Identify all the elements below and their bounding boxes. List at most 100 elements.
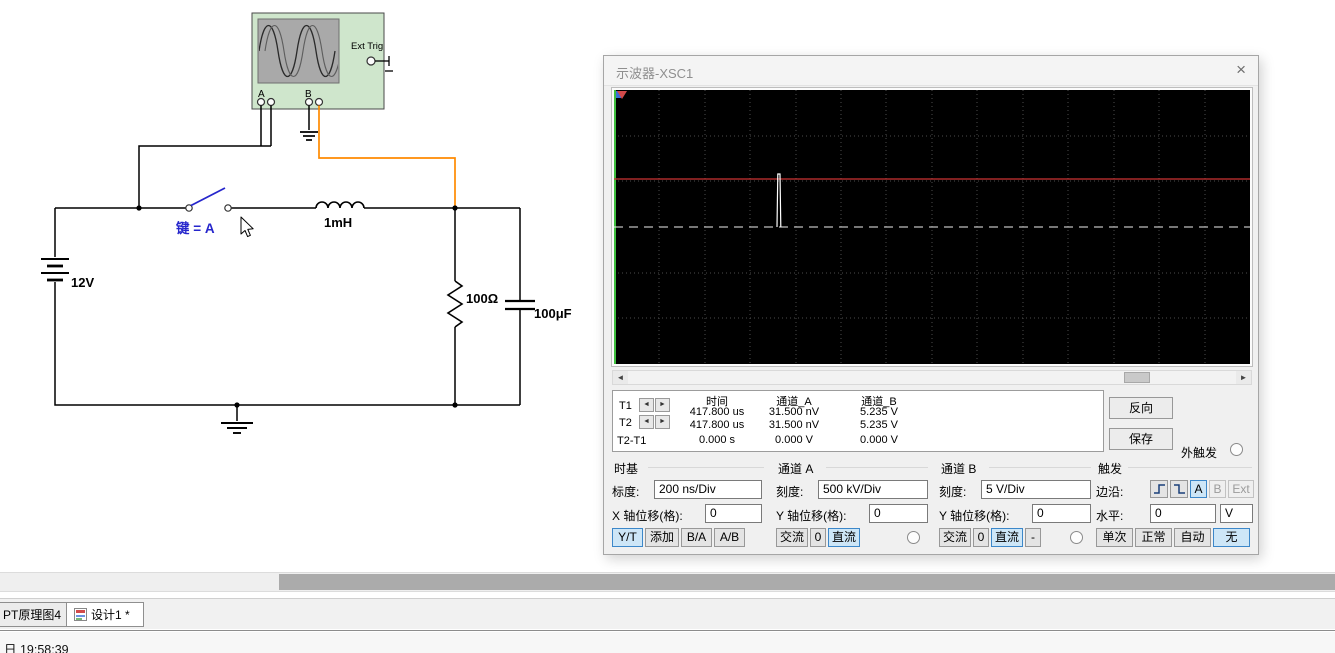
channel-a-scale-label: 刻度: [776,485,804,499]
ext-trigger-radio[interactable] [1230,443,1243,456]
dt-channel-b-value: 0.000 V [860,434,898,446]
timebase-add-button[interactable]: 添加 [645,528,679,547]
window-title: 示波器-XSC1 [616,66,694,81]
channel-b-radio[interactable] [1070,531,1083,544]
scope-graticule [614,90,1250,364]
statusbar-divider [0,630,1335,631]
tab-design1[interactable]: 设计1 * [66,602,144,627]
channel-b-ypos-input[interactable]: 0 [1032,504,1091,523]
channel-b-group-title: 通道 B [941,462,977,476]
trigger-single-button[interactable]: 单次 [1096,528,1133,547]
timebase-ba-button[interactable]: B/A [681,528,712,547]
channel-a-dc-button[interactable]: 直流 [828,528,860,547]
trigger-level-unit-select[interactable]: V [1220,504,1253,523]
capacitor-component[interactable]: 100μF [505,299,572,321]
inductor-value-label: 1mH [324,215,352,230]
t1-channel-b-value: 5.235 V [860,406,898,418]
scope-icon-screen [257,18,340,84]
t2-channel-b-value: 5.235 V [860,419,898,431]
timebase-scale-label: 标度: [612,485,640,499]
dc-source-component[interactable]: 12V [41,258,94,290]
channel-b-zero-button[interactable]: 0 [973,528,989,547]
channel-b-scale-label: 刻度: [939,485,967,499]
oscilloscope-component[interactable]: Ext Trig A B [251,12,393,110]
resistor-component[interactable]: 100Ω [446,280,498,328]
titlebar[interactable]: 示波器-XSC1 × [604,56,1258,86]
trigger-ext-button[interactable]: Ext [1228,480,1254,498]
channel-a-plus-terminal[interactable] [256,97,266,107]
timebase-group-title: 时基 [614,462,639,476]
channel-a-radio[interactable] [907,531,920,544]
timebase-xpos-label: X 轴位移(格): [612,509,683,523]
scrollbar-left-arrow-icon[interactable]: ◄ [613,371,628,384]
circuit-drawing: Ext Trig A B 键 = A 1mH 12V 100Ω 100μF [41,12,572,434]
statusbar-datetime: 日 19:58:39 [4,643,69,653]
canvas-hscroll-thumb[interactable] [279,574,1335,590]
channel-a-ac-button[interactable]: 交流 [776,528,808,547]
save-button[interactable]: 保存 [1109,428,1173,450]
trigger-group-title: 触发 [1098,462,1123,476]
timebase-ab-button[interactable]: A/B [714,528,745,547]
statusbar: 日 19:58:39 [0,632,1335,653]
wire-channel-b-orange[interactable] [318,105,456,207]
channel-b-dc-button[interactable]: 直流 [991,528,1023,547]
channel-a-zero-button[interactable]: 0 [810,528,826,547]
t1-label: T1 [619,400,632,412]
channel-a-scale-input[interactable]: 500 kV/Div [818,480,928,499]
trigger-auto-button[interactable]: 自动 [1174,528,1211,547]
channel-a-ypos-input[interactable]: 0 [869,504,928,523]
channel-b-minus-button[interactable]: - [1025,528,1041,547]
reverse-button[interactable]: 反向 [1109,397,1173,419]
ext-trig-terminal[interactable] [366,56,376,66]
ext-trig-label: Ext Trig [351,41,383,52]
channel-a-ypos-label: Y 轴位移(格): [776,509,847,523]
trigger-normal-button[interactable]: 正常 [1135,528,1172,547]
ground-symbol-scope[interactable] [300,131,318,141]
channel-a-minus-terminal[interactable] [266,97,276,107]
document-tabbar: PT原理图4 设计1 * [0,598,1335,629]
trigger-channel-b-button[interactable]: B [1209,480,1226,498]
capacitor-value-label: 100μF [534,306,572,321]
switch-key-label: 键 = A [175,220,215,236]
channel-b-minus-terminal[interactable] [314,97,324,107]
t2-t1-label: T2-T1 [617,435,647,447]
scope-scrollbar[interactable]: ◄ ► [612,370,1252,385]
inductor-component[interactable]: 1mH [315,201,365,230]
timebase-scale-input[interactable]: 200 ns/Div [654,480,762,499]
switch-component[interactable]: 键 = A [175,187,232,236]
design-tab-icon [74,608,87,621]
rising-edge-icon [1153,484,1165,494]
timebase-xpos-input[interactable]: 0 [705,504,762,523]
measurement-panel: T1 ◄ ► T2 ◄ ► T2-T1 时间 通道_A 通道_B 417.800… [612,390,1104,452]
oscilloscope-window: 示波器-XSC1 × ◄ ► T1 ◄ ► T2 ◄ ► T2-T1 时间 通道… [603,55,1259,555]
scrollbar-thumb[interactable] [1124,372,1150,383]
timebase-yt-button[interactable]: Y/T [612,528,643,547]
channel-a-group-title: 通道 A [778,462,814,476]
trace-pulse-spike [776,173,782,228]
trigger-rising-edge-button[interactable] [1150,480,1168,498]
trigger-falling-edge-button[interactable] [1170,480,1188,498]
wires[interactable] [54,105,521,422]
channel-b-ac-button[interactable]: 交流 [939,528,971,547]
t2-left-button[interactable]: ◄ [639,415,654,429]
trigger-channel-a-button[interactable]: A [1190,480,1207,498]
close-icon[interactable]: × [1236,60,1246,80]
ext-trigger-label: 外触发 [1181,446,1218,460]
trigger-none-button[interactable]: 无 [1213,528,1250,547]
source-value-label: 12V [71,275,94,290]
multisim-workspace: Ext Trig A B 键 = A 1mH 12V 100Ω 100μF 示波… [0,0,1335,653]
trigger-level-label: 水平: [1096,509,1124,523]
trigger-level-input[interactable]: 0 [1150,504,1216,523]
t1-left-button[interactable]: ◄ [639,398,654,412]
mouse-cursor-icon [240,216,254,238]
scrollbar-right-arrow-icon[interactable]: ► [1236,371,1251,384]
resistor-value-label: 100Ω [466,291,498,306]
ground-symbol-main[interactable] [221,422,253,434]
tab-label: PT原理图4 [3,608,62,622]
channel-b-scale-input[interactable]: 5 V/Div [981,480,1091,499]
channel-b-plus-terminal[interactable] [304,97,314,107]
tab-pt-schematic4[interactable]: PT原理图4 [0,602,67,627]
falling-edge-icon [1173,484,1185,494]
channel-b-ypos-label: Y 轴位移(格): [939,509,1010,523]
trigger-edge-label: 边沿: [1096,485,1124,499]
